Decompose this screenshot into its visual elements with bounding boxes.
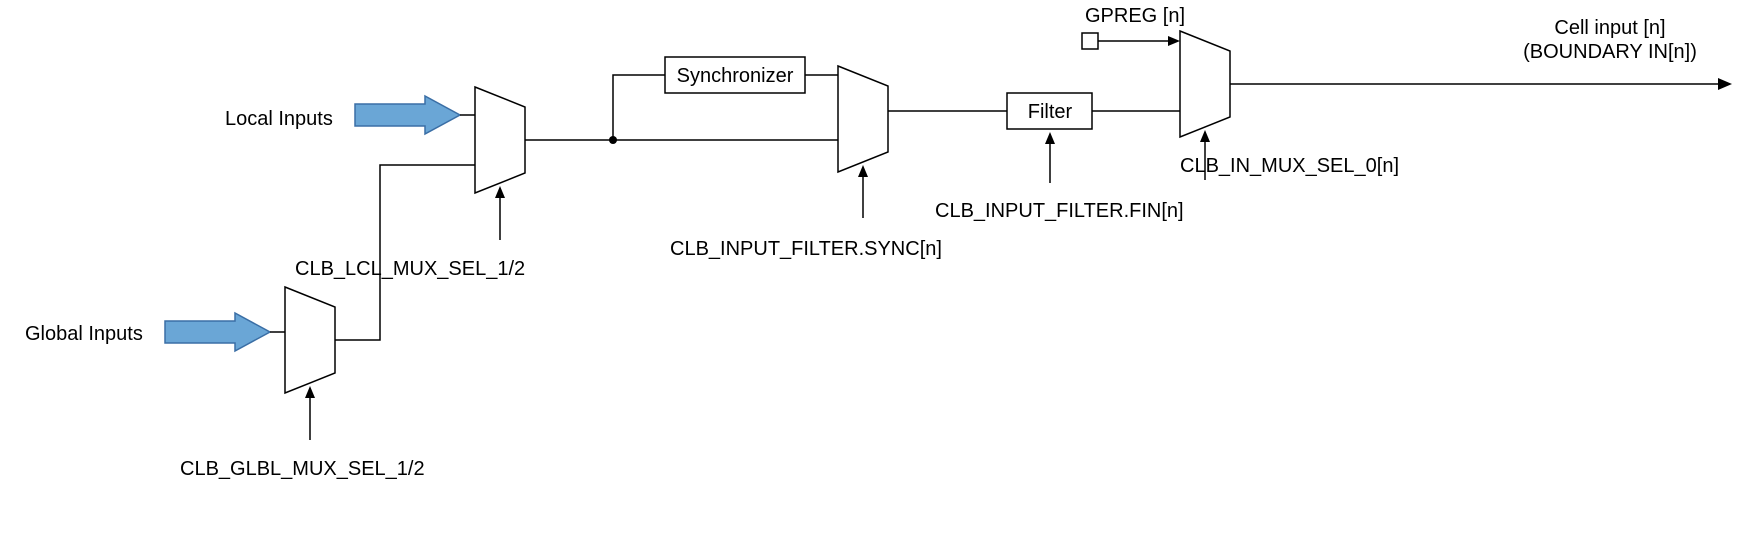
- synchronizer-label: Synchronizer: [677, 65, 794, 87]
- global-inputs-arrow-icon: [165, 313, 270, 351]
- fin-ctrl-label: CLB_INPUT_FILTER.FIN[n]: [935, 200, 1184, 222]
- output-mux-icon: [1180, 31, 1230, 137]
- clb-input-diagram: Global Inputs Local Inputs Synchronizer …: [0, 0, 1749, 549]
- sync-mux-icon: [838, 66, 888, 172]
- junction-dot-icon: [609, 136, 617, 144]
- global-mux-icon: [285, 287, 335, 393]
- local-mux-icon: [475, 87, 525, 193]
- arrowhead-icon: [495, 186, 505, 198]
- in-mux-label: CLB_IN_MUX_SEL_0[n]: [1180, 155, 1399, 177]
- gpreg-source-icon: [1082, 33, 1098, 49]
- arrowhead-icon: [1718, 78, 1732, 90]
- gpreg-label: GPREG [n]: [1085, 5, 1185, 27]
- arrowhead-icon: [1045, 132, 1055, 144]
- local-inputs-label: Local Inputs: [225, 108, 333, 130]
- local-inputs-arrow-icon: [355, 96, 460, 134]
- global-inputs-label: Global Inputs: [25, 323, 143, 345]
- wire: [613, 75, 665, 140]
- glbl-mux-label: CLB_GLBL_MUX_SEL_1/2: [180, 458, 425, 480]
- arrowhead-icon: [1200, 130, 1210, 142]
- arrowhead-icon: [858, 165, 868, 177]
- cell-input-label-1: Cell input [n]: [1554, 17, 1665, 39]
- cell-input-label-2: (BOUNDARY IN[n]): [1523, 41, 1697, 63]
- filter-label: Filter: [1028, 101, 1073, 123]
- sync-ctrl-label: CLB_INPUT_FILTER.SYNC[n]: [670, 238, 942, 260]
- arrowhead-icon: [305, 386, 315, 398]
- wire: [335, 165, 475, 340]
- arrowhead-icon: [1168, 36, 1180, 46]
- lcl-mux-label: CLB_LCL_MUX_SEL_1/2: [295, 258, 525, 280]
